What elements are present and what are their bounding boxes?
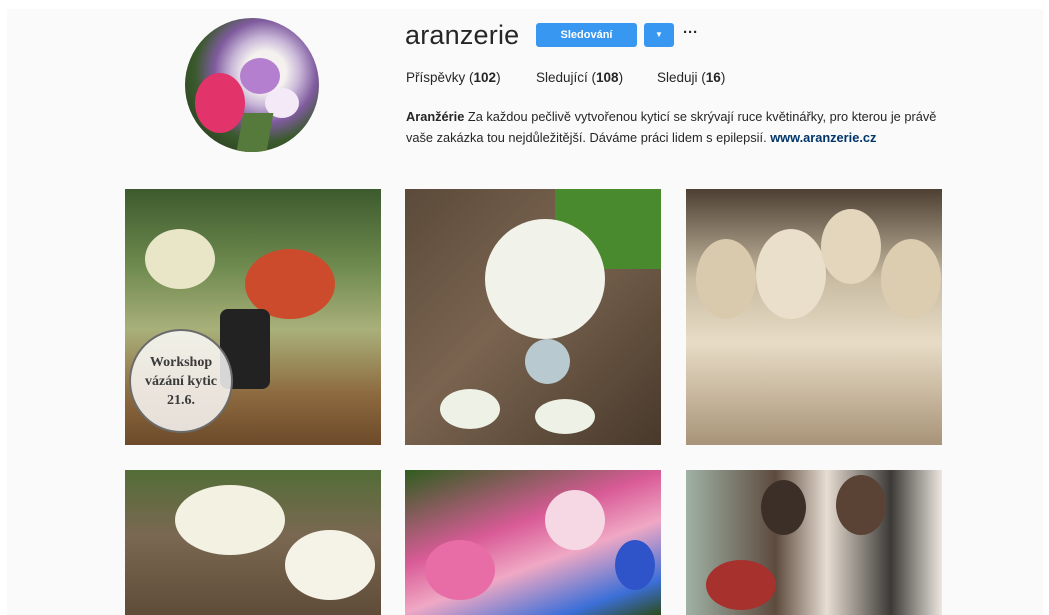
- following-button[interactable]: Sledování: [536, 23, 637, 47]
- flower-blob: [615, 540, 655, 590]
- bouquet-blob: [485, 219, 605, 339]
- followers-count[interactable]: Sledující (108): [536, 70, 623, 85]
- workshop-badge: Workshop vázání kytic 21.6.: [129, 329, 233, 433]
- vase-shape: [525, 339, 570, 384]
- bouquet-blob: [285, 530, 375, 600]
- flower-blob: [545, 490, 605, 550]
- follow-options-button[interactable]: ▼: [644, 23, 674, 47]
- post-thumbnail[interactable]: Workshop vázání kytic 21.6.: [125, 189, 381, 445]
- flower-blob: [145, 229, 215, 289]
- flower-blob: [425, 540, 495, 600]
- flower-blob: [535, 399, 595, 434]
- post-thumbnail[interactable]: [686, 470, 942, 615]
- profile-username: aranzerie: [405, 20, 520, 50]
- profile-avatar[interactable]: [185, 18, 319, 152]
- avatar-flower: [195, 73, 245, 133]
- following-count[interactable]: Sleduji (16): [657, 70, 725, 85]
- face-shape: [881, 239, 941, 319]
- bio-website-link[interactable]: www.aranzerie.cz: [770, 130, 876, 145]
- face-shape: [756, 229, 826, 319]
- profile-bio: Aranžérie Za každou pečlivě vytvořenou k…: [406, 106, 951, 148]
- bio-name: Aranžérie: [406, 109, 465, 124]
- more-options-button[interactable]: ···: [683, 23, 701, 47]
- hair-shape: [761, 480, 806, 535]
- bouquet-blob: [175, 485, 285, 555]
- chevron-down-icon: ▼: [655, 30, 663, 39]
- face-shape: [821, 209, 881, 284]
- face-shape: [696, 239, 756, 319]
- hair-shape: [836, 475, 886, 535]
- bouquet-blob: [706, 560, 776, 610]
- posts-count: Příspěvky (102): [406, 70, 501, 85]
- post-thumbnail[interactable]: [125, 470, 381, 615]
- post-thumbnail[interactable]: [405, 470, 661, 615]
- post-thumbnail[interactable]: [686, 189, 942, 445]
- post-thumbnail[interactable]: [405, 189, 661, 445]
- flower-blob: [440, 389, 500, 429]
